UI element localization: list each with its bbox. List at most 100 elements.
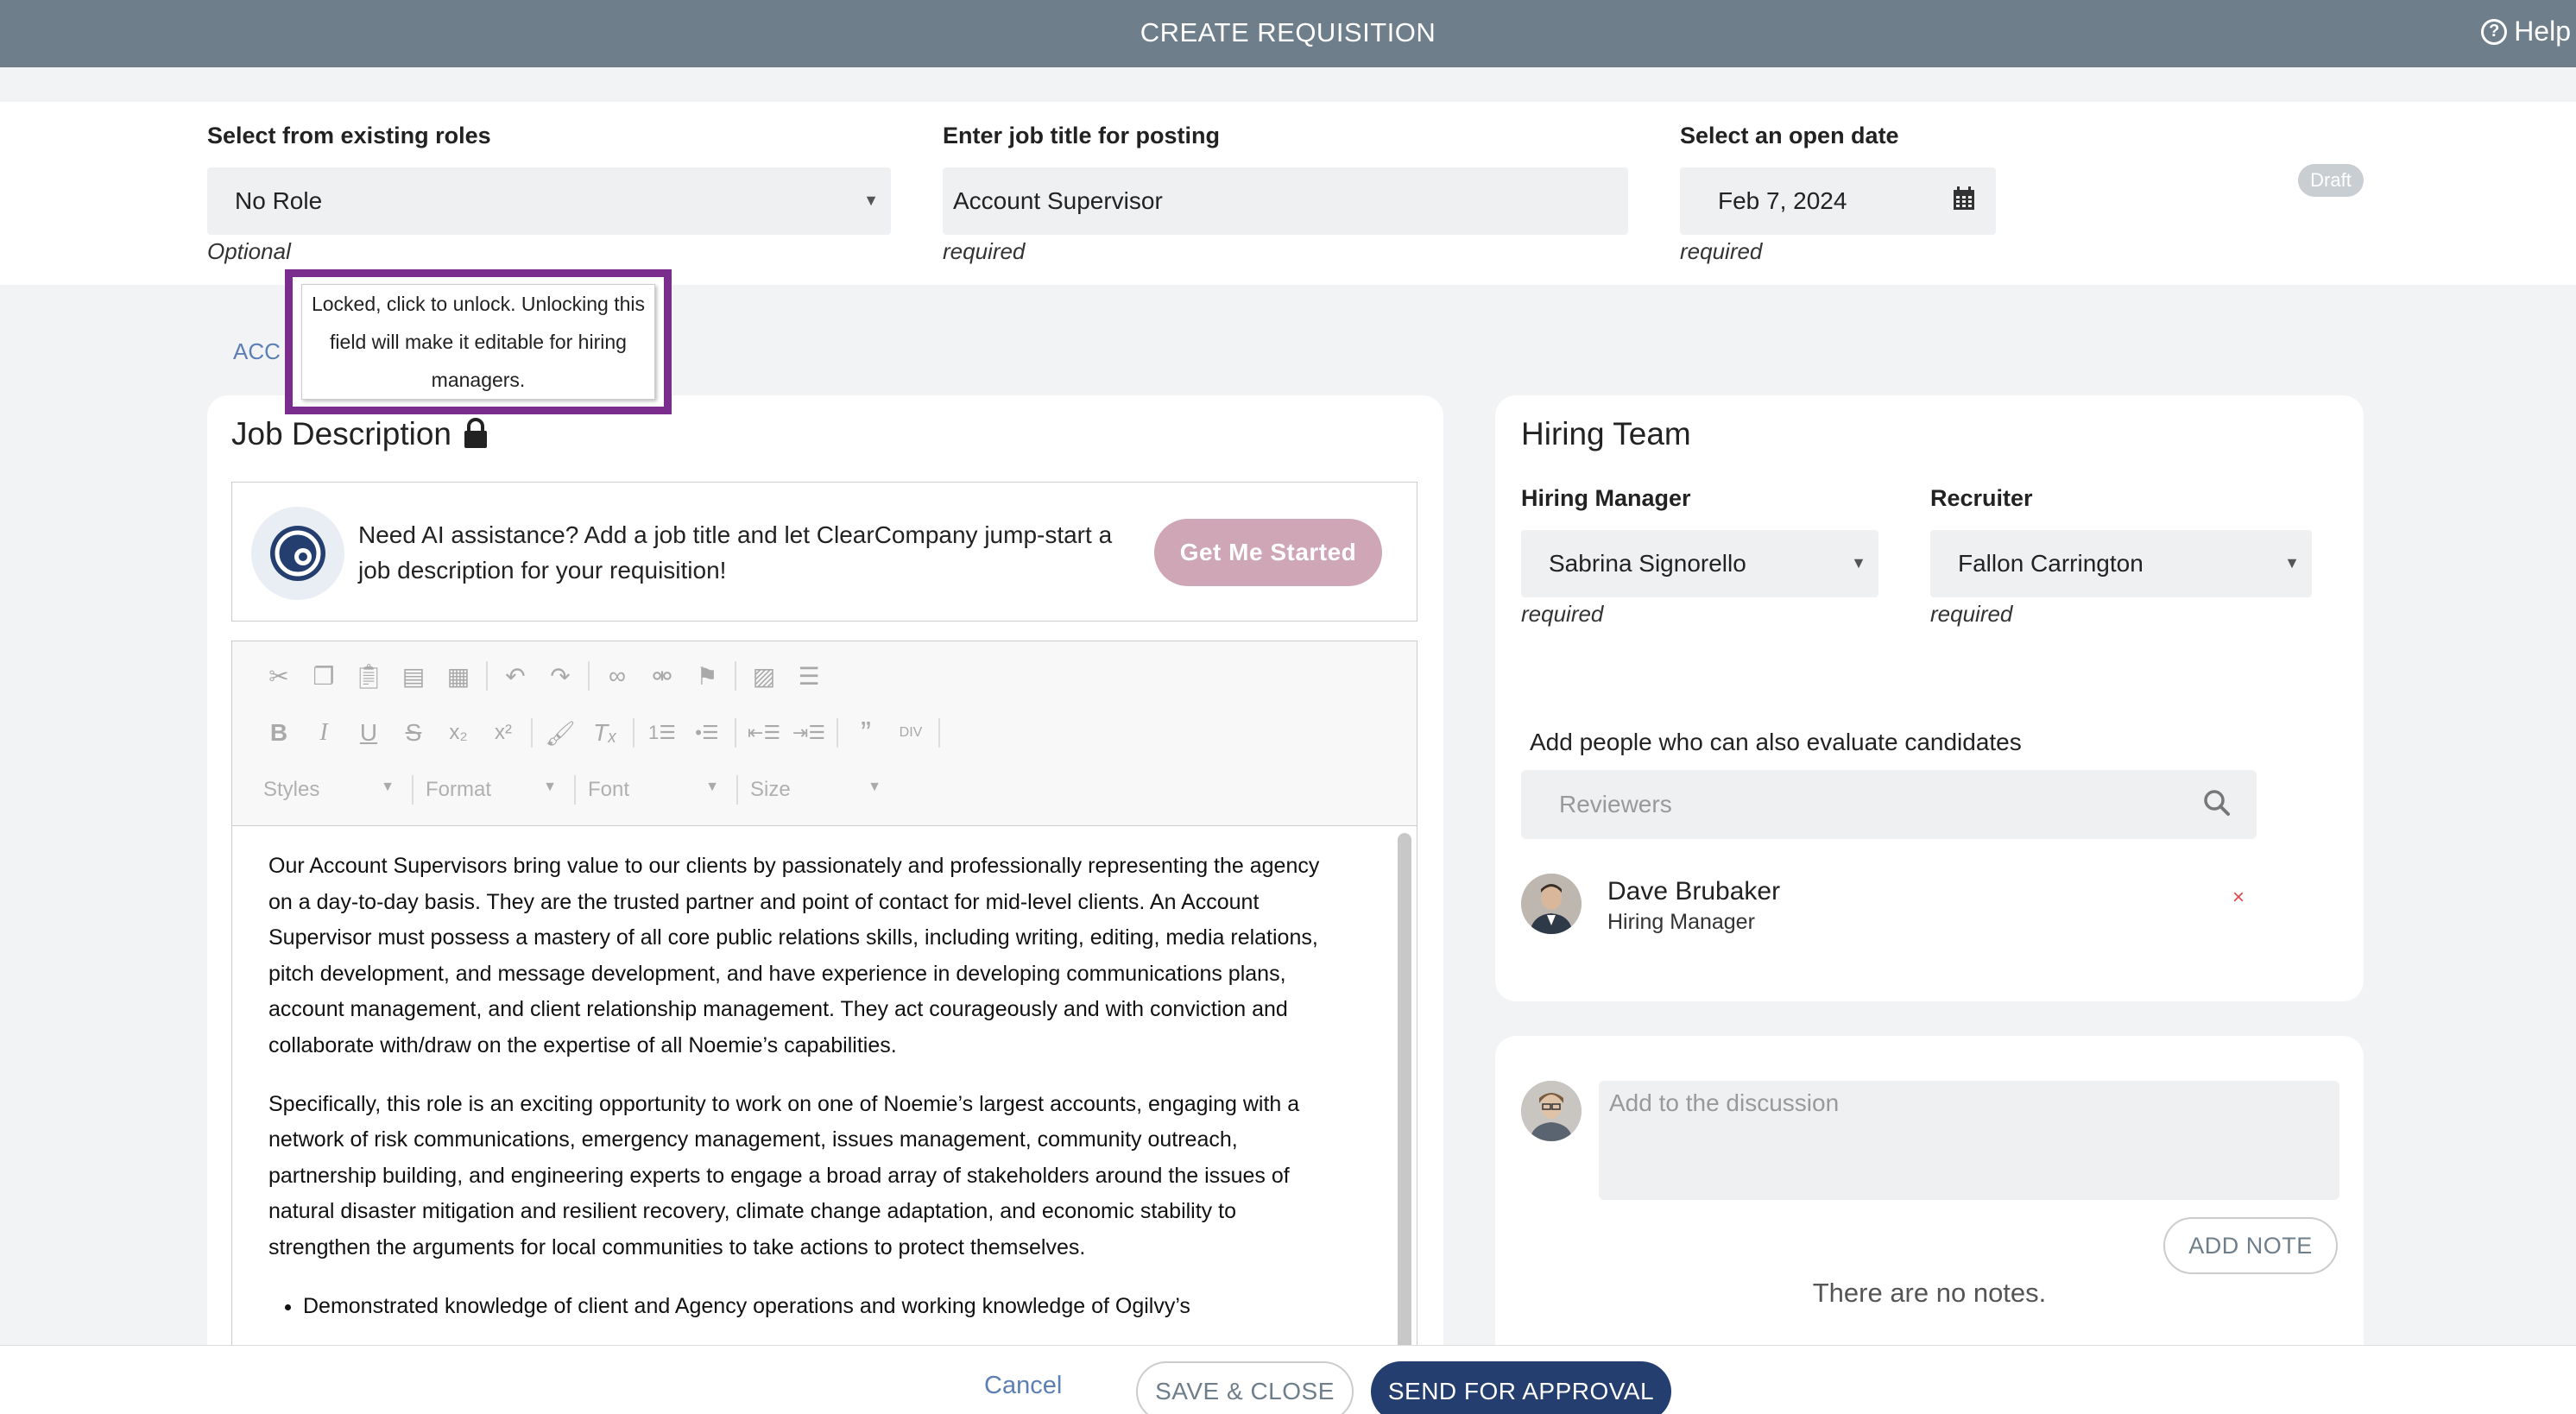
help-link[interactable]: ? Help bbox=[2481, 16, 2571, 47]
editor-content[interactable]: Our Account Supervisors bring value to o… bbox=[268, 849, 1335, 1324]
chevron-down-icon: ▼ bbox=[705, 780, 719, 794]
recruiter-hint: required bbox=[1930, 601, 2013, 627]
hiring-team-title: Hiring Team bbox=[1521, 416, 1691, 451]
italic-icon[interactable]: I bbox=[301, 716, 346, 750]
chevron-down-icon: ▼ bbox=[863, 192, 879, 209]
bulleted-list-icon[interactable]: •☰ bbox=[685, 716, 729, 750]
requisition-header: Select from existing roles No Role ▼ Opt… bbox=[0, 102, 2576, 285]
cut-icon[interactable]: ✂ bbox=[256, 659, 301, 693]
toolbar-separator bbox=[574, 775, 576, 805]
ai-assist-panel: Need AI assistance? Add a job title and … bbox=[231, 482, 1417, 622]
recruiter-select[interactable]: Fallon Carrington ▼ bbox=[1930, 530, 2312, 597]
send-for-approval-button[interactable]: SEND FOR APPROVAL bbox=[1371, 1361, 1671, 1414]
remove-format-icon[interactable]: Tₓ bbox=[583, 716, 628, 750]
footer-bar: Cancel SAVE & CLOSE SEND FOR APPROVAL bbox=[0, 1345, 2576, 1414]
tooltip-text: Locked, click to unlock. Unlocking this … bbox=[301, 284, 655, 400]
job-title-hint: required bbox=[943, 238, 1026, 264]
redo-icon[interactable]: ↷ bbox=[538, 659, 583, 693]
blockquote-icon[interactable]: ” bbox=[843, 715, 888, 750]
job-title-label: Enter job title for posting bbox=[943, 123, 1220, 148]
hiring-manager-hint: required bbox=[1521, 601, 1604, 627]
empty-notes-text: There are no notes. bbox=[1812, 1278, 2047, 1308]
size-dropdown[interactable]: Size ▼ bbox=[743, 773, 893, 807]
font-dropdown[interactable]: Font ▼ bbox=[581, 773, 731, 807]
reviewers-placeholder: Reviewers bbox=[1559, 791, 1672, 817]
bold-icon[interactable]: B bbox=[256, 716, 301, 750]
member-role: Hiring Manager bbox=[1607, 910, 1755, 934]
job-title-input[interactable]: Account Supervisor bbox=[943, 167, 1628, 235]
existing-roles-label: Select from existing roles bbox=[207, 123, 491, 148]
existing-roles-hint: Optional bbox=[207, 238, 291, 264]
editor-scrollbar[interactable] bbox=[1398, 833, 1411, 1414]
help-icon: ? bbox=[2481, 18, 2508, 45]
save-close-button[interactable]: SAVE & CLOSE bbox=[1136, 1361, 1354, 1414]
add-note-button[interactable]: ADD NOTE bbox=[2163, 1217, 2338, 1274]
hiring-manager-label: Hiring Manager bbox=[1521, 485, 1691, 511]
styles-dropdown[interactable]: Styles ▼ bbox=[256, 773, 407, 807]
calendar-icon[interactable] bbox=[1953, 186, 1975, 211]
toolbar-separator bbox=[837, 718, 838, 748]
discussion-textarea[interactable]: Add to the discussion bbox=[1599, 1081, 2339, 1200]
chevron-down-icon: ▼ bbox=[543, 780, 557, 794]
top-bar: CREATE REQUISITION ? Help bbox=[0, 0, 2576, 67]
avatar bbox=[1521, 874, 1582, 934]
get-me-started-button[interactable]: Get Me Started bbox=[1154, 519, 1382, 586]
remove-member-icon[interactable]: × bbox=[2232, 886, 2245, 910]
anchor-flag-icon[interactable]: ⚑ bbox=[685, 659, 729, 693]
styles-label: Styles bbox=[263, 778, 320, 801]
unlink-icon[interactable]: ⚮ bbox=[640, 659, 685, 693]
page-title: CREATE REQUISITION bbox=[1140, 17, 1436, 47]
toolbar-separator bbox=[735, 661, 736, 691]
copy-format-icon[interactable]: 🖌︎ bbox=[538, 716, 583, 750]
rich-text-editor: ✂ ❐ 📋︎ ▤ ▦ ↶ ↷ ∞ ⚮ ⚑ ▨ ☰ B I U S x₂ x² 🖌… bbox=[231, 641, 1417, 1414]
discussion-placeholder: Add to the discussion bbox=[1609, 1089, 1840, 1116]
search-icon[interactable] bbox=[2203, 789, 2231, 817]
toolbar-separator bbox=[486, 661, 488, 691]
toolbar-separator bbox=[938, 718, 940, 748]
paste-word-icon[interactable]: ▦ bbox=[436, 659, 481, 693]
status-badge: Draft bbox=[2298, 164, 2364, 197]
recruiter-value: Fallon Carrington bbox=[1958, 550, 2144, 577]
hiring-manager-value: Sabrina Signorello bbox=[1549, 550, 1746, 577]
chevron-down-icon: ▼ bbox=[1851, 554, 1866, 571]
team-member: Dave Brubaker Hiring Manager × bbox=[1521, 874, 2263, 936]
subscript-icon[interactable]: x₂ bbox=[436, 716, 481, 750]
paste-text-icon[interactable]: ▤ bbox=[391, 659, 436, 693]
recruiter-label: Recruiter bbox=[1930, 485, 2033, 511]
reviewers-label: Add people who can also evaluate candida… bbox=[1530, 729, 2022, 755]
job-description-title: Job Description bbox=[231, 416, 452, 451]
image-icon[interactable]: ▨ bbox=[742, 659, 786, 693]
chevron-down-icon: ▼ bbox=[381, 780, 395, 794]
paste-icon[interactable]: 📋︎ bbox=[346, 659, 391, 693]
reviewers-input[interactable]: Reviewers bbox=[1521, 770, 2257, 839]
undo-icon[interactable]: ↶ bbox=[493, 659, 538, 693]
div-container-icon[interactable]: DIV bbox=[888, 716, 933, 750]
horizontal-line-icon[interactable]: ☰ bbox=[786, 659, 831, 693]
copy-icon[interactable]: ❐ bbox=[301, 659, 346, 693]
hiring-manager-select[interactable]: Sabrina Signorello ▼ bbox=[1521, 530, 1878, 597]
open-date-input[interactable]: Feb 7, 2024 bbox=[1680, 167, 1996, 235]
clearcompany-logo bbox=[251, 507, 344, 600]
decrease-indent-icon[interactable]: ⇤☰ bbox=[742, 716, 786, 750]
lock-icon[interactable] bbox=[463, 418, 489, 449]
description-bullet: Demonstrated knowledge of client and Age… bbox=[303, 1289, 1335, 1325]
superscript-icon[interactable]: x² bbox=[481, 716, 526, 750]
toolbar-separator bbox=[633, 718, 635, 748]
description-paragraph: Our Account Supervisors bring value to o… bbox=[268, 854, 1320, 1057]
increase-indent-icon[interactable]: ⇥☰ bbox=[786, 716, 831, 750]
numbered-list-icon[interactable]: 1☰ bbox=[640, 716, 685, 750]
format-dropdown[interactable]: Format ▼ bbox=[419, 773, 569, 807]
cancel-button[interactable]: Cancel bbox=[984, 1372, 1062, 1400]
tab-account[interactable]: ACC bbox=[233, 338, 281, 365]
toolbar-separator bbox=[736, 775, 738, 805]
strikethrough-icon[interactable]: S bbox=[391, 716, 436, 750]
link-icon[interactable]: ∞ bbox=[595, 659, 640, 693]
existing-roles-select[interactable]: No Role ▼ bbox=[207, 167, 891, 235]
underline-icon[interactable]: U bbox=[346, 716, 391, 750]
description-paragraph: Specifically, this role is an exciting o… bbox=[268, 1091, 1300, 1259]
format-label: Format bbox=[426, 778, 492, 801]
font-label: Font bbox=[588, 778, 630, 801]
toolbar-separator bbox=[735, 718, 736, 748]
open-date-hint: required bbox=[1680, 238, 1763, 264]
description-bullets: Demonstrated knowledge of client and Age… bbox=[268, 1289, 1335, 1325]
